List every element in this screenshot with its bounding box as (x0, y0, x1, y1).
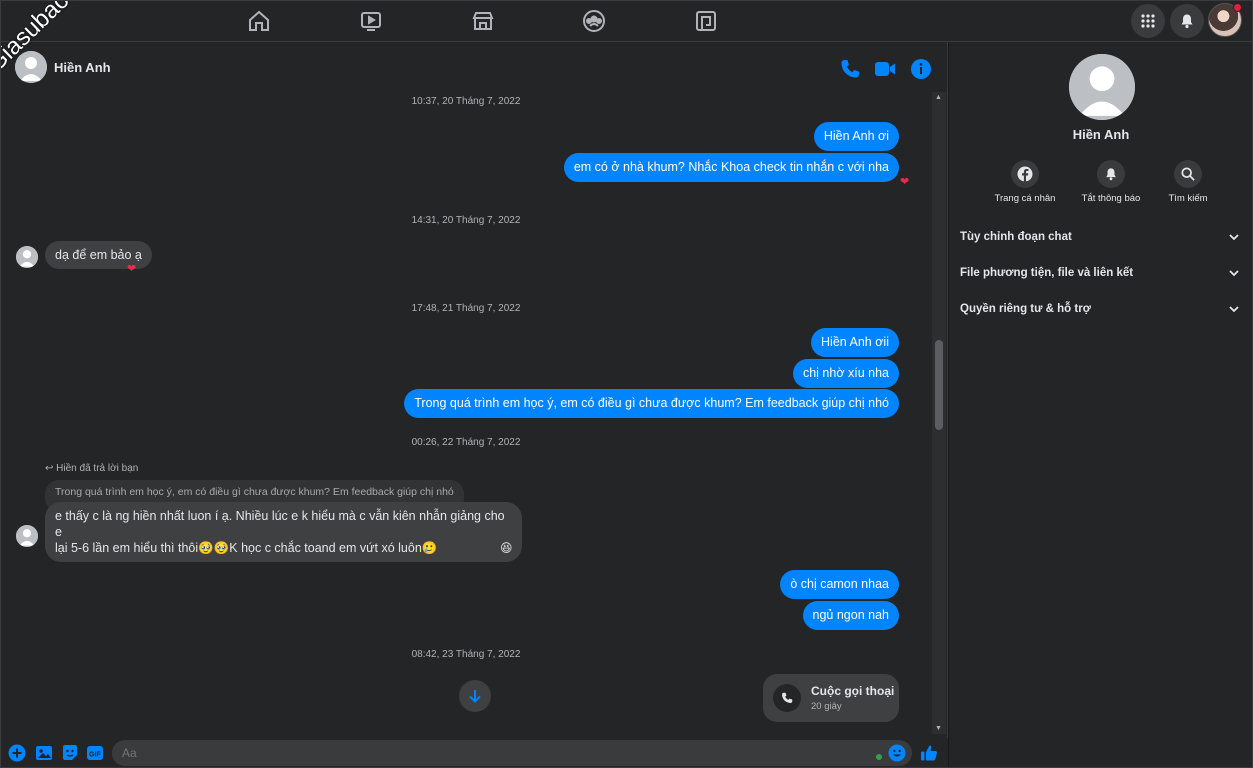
side-contact-name: Hiền Anh (1072, 127, 1130, 142)
contact-avatar-small (16, 246, 38, 268)
emoji-icon[interactable] (888, 744, 906, 762)
laugh-reaction-icon[interactable]: 😆 (500, 542, 513, 554)
call-title: Cuộc gọi thoại (811, 684, 895, 698)
call-icon (773, 684, 801, 712)
section-title: File phương tiện, file và liên kết (960, 267, 1134, 279)
outgoing-message[interactable]: em có ở nhà khum? Nhắc Khoa check tin nh… (563, 153, 899, 182)
groups-icon[interactable] (582, 9, 606, 33)
message-line: lại 5-6 lần em hiểu thì thôi🥹🥹K học c ch… (55, 541, 438, 555)
gif-label: GIF (89, 752, 101, 759)
info-icon[interactable] (909, 57, 933, 81)
arrow-down-icon (469, 690, 481, 703)
action-label: Tìm kiếm (1168, 193, 1208, 204)
action-label: Trang cá nhân (994, 193, 1056, 204)
timestamp: 14:31, 20 Tháng 7, 2022 (411, 215, 521, 226)
timestamp: 08:42, 23 Tháng 7, 2022 (411, 649, 521, 660)
message-composer: GIF (0, 738, 948, 768)
phone-icon[interactable] (838, 57, 862, 81)
timestamp: 10:37, 20 Tháng 7, 2022 (411, 96, 521, 107)
outgoing-message[interactable]: Hiền Anh ơi (813, 122, 899, 151)
section-title: Quyền riêng tư & hỗ trợ (960, 303, 1091, 315)
scroll-up-icon[interactable]: ▲ (935, 94, 942, 101)
outgoing-message[interactable]: Trong quá trình em học ý, em có điều gì … (404, 389, 899, 418)
photo-icon[interactable] (35, 744, 53, 762)
marketplace-icon[interactable] (471, 9, 495, 33)
outgoing-message[interactable]: ò chị camon nhaa (780, 570, 899, 599)
online-status-dot (876, 754, 882, 760)
sticker-icon[interactable] (61, 744, 79, 762)
media-files-section[interactable]: File phương tiện, file và liên kết (960, 267, 1240, 287)
top-navigation (0, 0, 1253, 42)
like-icon[interactable] (920, 744, 938, 762)
search-icon (1174, 160, 1202, 188)
outgoing-message[interactable]: ngủ ngon nah (802, 601, 899, 630)
timestamp: 00:26, 22 Tháng 7, 2022 (411, 437, 521, 448)
chevron-down-icon (1229, 270, 1239, 277)
gaming-icon[interactable] (694, 9, 718, 33)
notifications-icon[interactable] (1170, 4, 1204, 38)
privacy-support-section[interactable]: Quyền riêng tư & hỗ trợ (960, 303, 1240, 323)
outgoing-message[interactable]: Hiền Anh ơii (811, 328, 899, 357)
outgoing-message[interactable]: chị nhờ xíu nha (792, 359, 899, 388)
chat-header: Hiền Anh (0, 42, 948, 92)
chat-panel: Hiền Anh 10:37, 20 Tháng 7, 2022 Hiền An… (0, 42, 948, 738)
message-input[interactable] (112, 740, 912, 766)
message-list: 10:37, 20 Tháng 7, 2022 Hiền Anh ơi em c… (0, 92, 932, 738)
customize-chat-section[interactable]: Tùy chỉnh đoạn chat (960, 231, 1240, 251)
scroll-down-icon[interactable]: ▼ (935, 725, 942, 732)
scrollbar[interactable]: ▲ ▼ (932, 92, 946, 734)
incoming-message[interactable]: e thấy c là ng hiền nhất luon í ạ. Nhiều… (45, 502, 522, 562)
reply-label: ↩ Hiền đã trả lời bạn (45, 463, 138, 474)
call-duration: 20 giây (811, 701, 842, 712)
mute-action[interactable]: Tắt thông báo (1071, 160, 1151, 204)
reply-label-text: Hiền đã trả lời bạn (56, 463, 139, 474)
reply-arrow-icon: ↩ (45, 463, 54, 474)
facebook-icon (1011, 160, 1039, 188)
conversation-info-panel: Hiền Anh Trang cá nhân Tắt thông báo Tìm… (949, 42, 1253, 768)
chevron-down-icon (1229, 234, 1239, 241)
contact-avatar-small (16, 525, 38, 547)
contact-avatar-large[interactable] (1069, 54, 1135, 120)
scroll-to-bottom-button[interactable] (459, 680, 491, 712)
voice-call-card[interactable]: Cuộc gọi thoại 20 giây (763, 674, 899, 722)
home-icon[interactable] (247, 9, 271, 33)
profile-avatar[interactable] (1208, 3, 1242, 37)
section-title: Tùy chỉnh đoạn chat (960, 231, 1072, 243)
notification-dot (1233, 3, 1242, 12)
heart-reaction-icon[interactable]: ❤ (900, 177, 909, 188)
plus-icon[interactable] (8, 744, 26, 762)
video-icon[interactable] (873, 57, 897, 81)
action-label: Tắt thông báo (1081, 193, 1141, 204)
profile-action[interactable]: Trang cá nhân (985, 160, 1065, 204)
scrollbar-thumb[interactable] (935, 340, 943, 430)
heart-reaction-icon[interactable]: ❤ (127, 264, 136, 275)
menu-grid-icon[interactable] (1131, 4, 1165, 38)
gif-icon[interactable]: GIF (86, 744, 104, 762)
watch-icon[interactable] (359, 9, 383, 33)
search-action[interactable]: Tìm kiếm (1148, 160, 1228, 204)
timestamp: 17:48, 21 Tháng 7, 2022 (411, 303, 521, 314)
bell-icon (1097, 160, 1125, 188)
contact-name[interactable]: Hiền Anh (54, 60, 111, 75)
chevron-down-icon (1229, 306, 1239, 313)
message-line: e thấy c là ng hiền nhất luon í ạ. Nhiều… (55, 509, 505, 539)
